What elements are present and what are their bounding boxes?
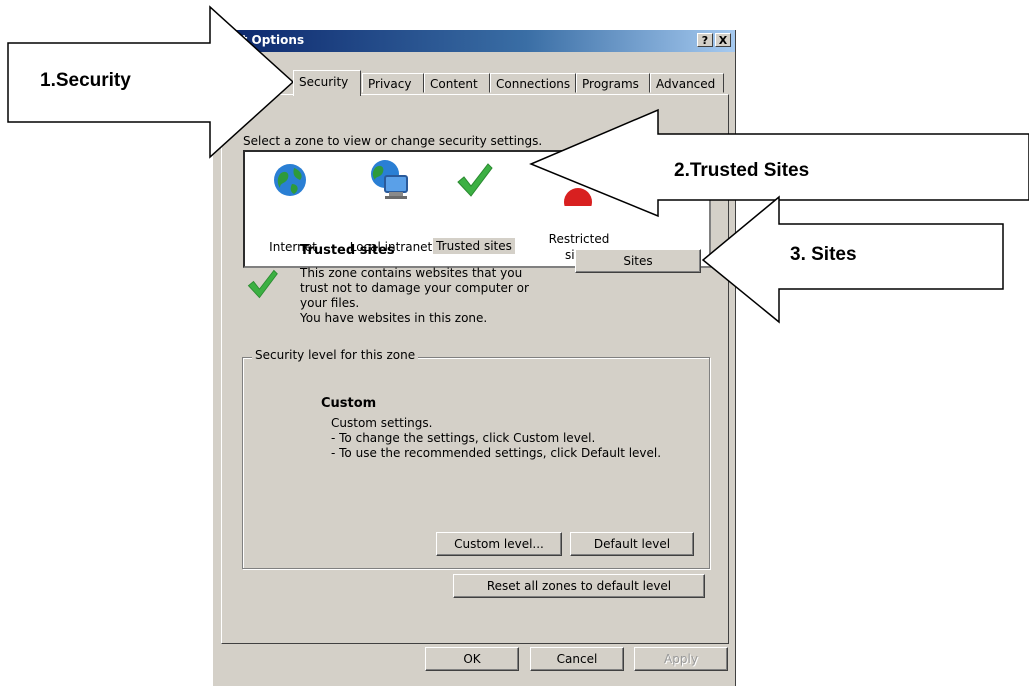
tab-security[interactable]: Security (293, 70, 361, 96)
annotation-trusted-sites-label: 2.Trusted Sites (674, 160, 810, 181)
annotation-sites-label: 3. Sites (790, 244, 857, 265)
annotation-security-label: 1.Security (40, 70, 131, 91)
annotation-arrows (7, 5, 1029, 324)
